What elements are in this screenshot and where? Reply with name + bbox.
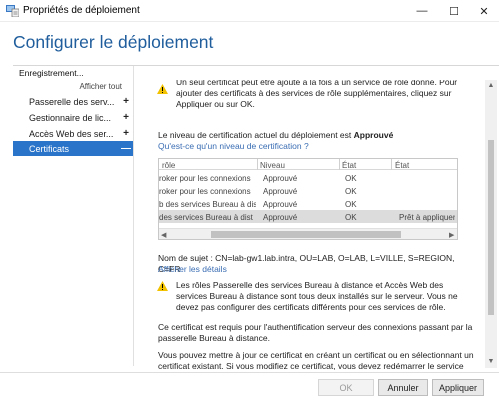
cell-status: OK bbox=[345, 213, 357, 222]
sidebar-item-label: Gestionnaire de lic... bbox=[29, 112, 112, 123]
update-info-text: Vous pouvez mettre à jour ce certificat … bbox=[158, 350, 474, 370]
scroll-down-icon[interactable]: ▼ bbox=[485, 358, 497, 365]
cell-role: roker pour les connexions bbox=[159, 187, 251, 196]
cell-level: Approuvé bbox=[263, 174, 298, 183]
certificates-panel: Un seul certificat peut être ajouté à la… bbox=[135, 80, 485, 370]
role-services-table[interactable]: rôle Niveau État État roker pour les con… bbox=[158, 158, 458, 240]
cell-role: roker pour les connexions bbox=[159, 174, 251, 183]
expand-icon[interactable]: + bbox=[119, 128, 133, 139]
ok-button[interactable]: OK bbox=[318, 379, 374, 396]
roles-warning-text: Les rôles Passerelle des services Bureau… bbox=[176, 280, 458, 312]
minimize-button[interactable]: — bbox=[406, 0, 438, 22]
scroll-left-icon[interactable]: ◀ bbox=[161, 230, 166, 241]
show-details-link[interactable]: Afficher les détails bbox=[158, 264, 227, 275]
sidebar-divider bbox=[133, 66, 134, 366]
sidebar-heading: Enregistrement... bbox=[19, 68, 84, 78]
table-horizontal-scrollbar[interactable]: ◀ ▶ bbox=[159, 228, 457, 239]
column-header-level[interactable]: Niveau bbox=[260, 160, 285, 171]
scroll-up-icon[interactable]: ▲ bbox=[485, 82, 497, 89]
sidebar-item-web-access[interactable]: Accès Web des ser... + bbox=[13, 126, 133, 141]
show-all-link[interactable]: Afficher tout bbox=[0, 82, 122, 91]
sidebar: Enregistrement... Afficher tout Passerel… bbox=[0, 66, 134, 366]
close-button[interactable]: ✕ bbox=[468, 0, 499, 22]
column-header-state[interactable]: État bbox=[395, 160, 409, 171]
cell-role: des services Bureau à dist bbox=[159, 213, 253, 222]
column-header-status[interactable]: État bbox=[342, 160, 356, 171]
table-header: rôle Niveau État État bbox=[159, 159, 457, 170]
sidebar-item-label: Certificats bbox=[29, 143, 70, 154]
cert-level-help-link[interactable]: Qu'est-ce qu'un niveau de certification … bbox=[158, 141, 309, 152]
sidebar-item-certificates[interactable]: Certificats — bbox=[13, 141, 133, 156]
cell-status: OK bbox=[345, 187, 357, 196]
scroll-thumb[interactable] bbox=[211, 231, 401, 238]
cell-status: OK bbox=[345, 174, 357, 183]
cell-level: Approuvé bbox=[263, 200, 298, 209]
table-row-selected[interactable]: des services Bureau à dist Approuvé OK P… bbox=[159, 210, 457, 223]
cert-level-line: Le niveau de certification actuel du dép… bbox=[158, 130, 478, 141]
content-vertical-scrollbar[interactable]: ▲ ▼ bbox=[485, 80, 497, 368]
column-divider[interactable] bbox=[391, 159, 392, 170]
maximize-button[interactable]: ☐ bbox=[438, 0, 470, 22]
dialog-footer: OK Annuler Appliquer bbox=[0, 372, 499, 400]
cell-level: Approuvé bbox=[263, 187, 298, 196]
server-manager-icon bbox=[6, 5, 19, 17]
apply-button[interactable]: Appliquer bbox=[432, 379, 484, 396]
expand-icon[interactable]: + bbox=[119, 96, 133, 107]
cert-level-value: Approuvé bbox=[353, 130, 394, 140]
table-row[interactable]: roker pour les connexions Approuvé OK bbox=[159, 171, 457, 184]
column-divider[interactable] bbox=[339, 159, 340, 170]
title-bar: Propriétés de déploiement — ☐ ✕ bbox=[0, 0, 499, 22]
expand-icon[interactable]: + bbox=[119, 112, 133, 123]
page-title: Configurer le déploiement bbox=[13, 32, 214, 52]
sidebar-item-label: Accès Web des ser... bbox=[29, 128, 114, 139]
single-cert-warning: Un seul certificat peut être ajouté à la… bbox=[157, 80, 475, 110]
cell-level: Approuvé bbox=[263, 213, 298, 222]
cell-role: b des services Bureau à dist bbox=[159, 200, 256, 209]
cell-state: Prêt à appliquer bbox=[399, 213, 456, 222]
scroll-thumb[interactable] bbox=[488, 140, 494, 315]
column-header-role[interactable]: rôle bbox=[162, 160, 175, 171]
table-row[interactable]: roker pour les connexions Approuvé OK bbox=[159, 184, 457, 197]
warning-icon bbox=[157, 84, 168, 94]
cell-status: OK bbox=[345, 200, 357, 209]
cert-required-text: Ce certificat est requis pour l'authenti… bbox=[158, 322, 473, 343]
warning-icon bbox=[157, 281, 168, 291]
table-row[interactable]: b des services Bureau à dist Approuvé OK bbox=[159, 197, 457, 210]
collapse-icon[interactable]: — bbox=[119, 143, 133, 154]
sidebar-item-licensing[interactable]: Gestionnaire de lic... + bbox=[13, 110, 133, 125]
window-title: Propriétés de déploiement bbox=[23, 5, 140, 16]
sidebar-item-label: Passerelle des serv... bbox=[29, 96, 115, 107]
scroll-right-icon[interactable]: ▶ bbox=[449, 230, 454, 241]
cert-level-prefix: Le niveau de certification actuel du dép… bbox=[158, 130, 354, 140]
roles-warning: Les rôles Passerelle des services Bureau… bbox=[157, 280, 475, 313]
single-cert-warning-text: Un seul certificat peut être ajouté à la… bbox=[176, 80, 458, 109]
cancel-button[interactable]: Annuler bbox=[378, 379, 428, 396]
column-divider[interactable] bbox=[257, 159, 258, 170]
sidebar-item-gateway[interactable]: Passerelle des serv... + bbox=[13, 94, 133, 109]
